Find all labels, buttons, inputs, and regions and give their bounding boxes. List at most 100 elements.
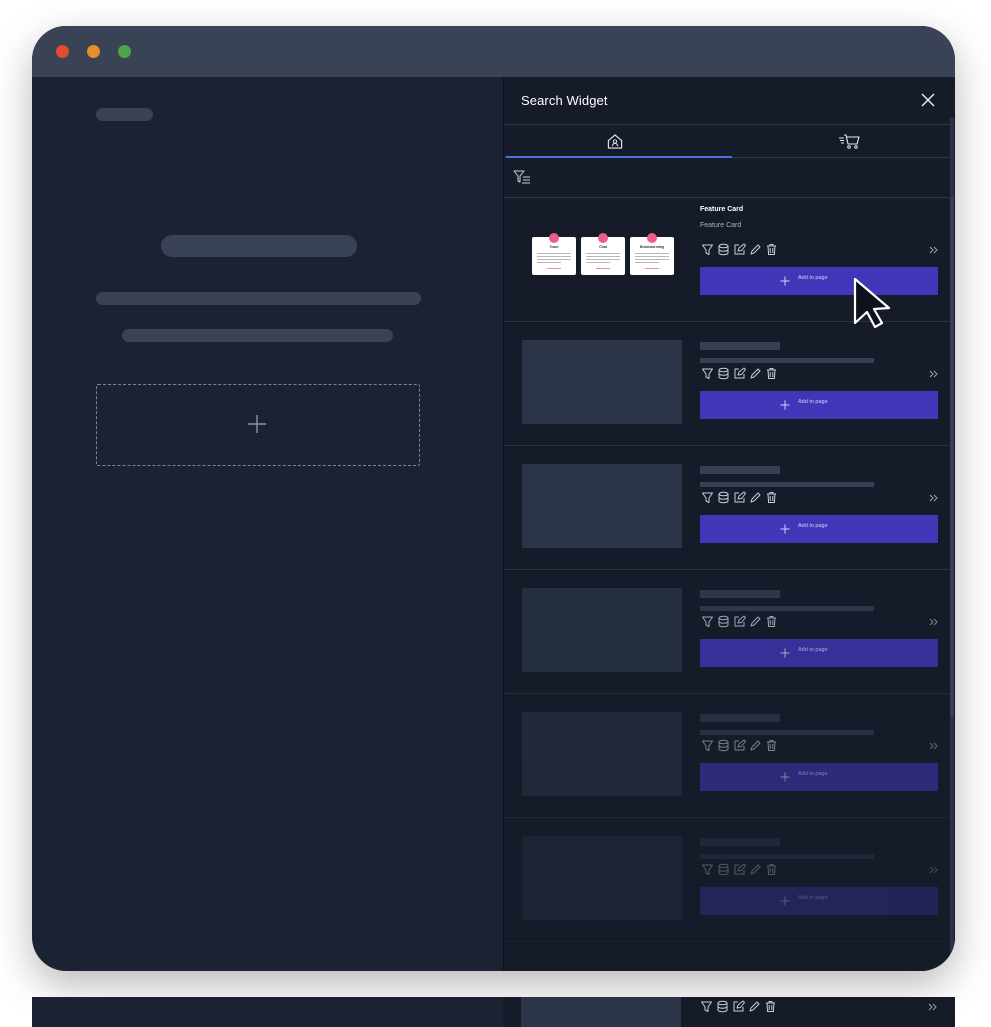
add-to-page-button[interactable]: Add to page [700,267,938,295]
panel-title: Search Widget [521,93,608,108]
more-icon[interactable] [928,492,940,504]
database-icon[interactable] [717,739,730,752]
panel-scroll-thumb[interactable] [950,197,954,717]
database-icon[interactable] [717,491,730,504]
widget-card[interactable]: Add to page [504,321,950,446]
preview-badge-icon [647,233,657,243]
minimize-window-button[interactable] [87,45,100,58]
widget-card[interactable]: Add to page [504,445,950,570]
maximize-window-button[interactable] [118,45,131,58]
preview-link [547,268,561,269]
database-icon[interactable] [717,615,730,628]
skeleton-logo [96,108,153,121]
more-icon[interactable] [928,616,940,628]
pencil-icon[interactable] [749,243,762,256]
widget-card[interactable]: Add to page [504,569,950,694]
preview-text-line [537,259,571,260]
edit-square-icon[interactable] [733,367,746,380]
close-icon[interactable] [920,92,936,108]
pencil-icon[interactable] [749,863,762,876]
panel-tabs [504,125,955,158]
preview-text-line [635,262,659,263]
add-to-page-button[interactable]: Add to page [700,887,938,915]
widget-thumbnail: Team Chat Brainstorming [522,216,682,300]
skeleton-subtitle [700,482,874,487]
edit-square-icon[interactable] [733,615,746,628]
pencil-icon[interactable] [749,615,762,628]
bottom-panel-peek [503,997,955,1027]
widget-thumbnail [522,836,682,920]
skeleton-subtitle [700,358,874,363]
trash-icon[interactable] [764,1000,777,1013]
preview-text-line [586,262,610,263]
trash-icon[interactable] [765,863,778,876]
pencil-icon[interactable] [749,739,762,752]
skeleton-subtitle [700,606,874,611]
trash-icon[interactable] [765,243,778,256]
database-icon[interactable] [717,863,730,876]
plus-icon [780,896,790,906]
pencil-icon[interactable] [748,1000,761,1013]
preview-text-line [635,259,669,260]
add-to-page-button[interactable]: Add to page [700,515,938,543]
filter-row [504,158,955,198]
filter-icon[interactable] [701,367,714,380]
filter-icon[interactable] [701,739,714,752]
preview-text-line [586,256,620,257]
preview-mini-card: Brainstorming [630,233,674,275]
trash-icon[interactable] [765,491,778,504]
filter-list-icon[interactable] [513,170,531,184]
widget-title: Feature Card [700,206,744,213]
trash-icon[interactable] [765,367,778,380]
more-icon[interactable] [928,368,940,380]
skeleton-text-line [122,329,393,342]
trash-icon[interactable] [765,739,778,752]
edit-square-icon[interactable] [733,243,746,256]
pencil-icon[interactable] [749,367,762,380]
edit-square-icon[interactable] [733,863,746,876]
browser-window: Search Widget Team Chat Brainstorming Fe… [32,26,955,971]
filter-icon[interactable] [701,863,714,876]
close-window-button[interactable] [56,45,69,58]
add-to-page-button[interactable]: Add to page [700,391,938,419]
preview-mini-card: Chat [581,233,625,275]
add-to-page-label: Add to page [798,771,828,777]
add-to-page-button[interactable]: Add to page [700,763,938,791]
skeleton-title [700,590,780,598]
add-to-page-label: Add to page [798,895,828,901]
add-widget-icon [248,415,266,433]
widget-drop-zone[interactable] [96,384,420,466]
filter-icon[interactable] [701,243,714,256]
preview-text-line [537,253,571,254]
add-to-page-button[interactable]: Add to page [700,639,938,667]
filter-icon[interactable] [701,491,714,504]
tab-store[interactable] [730,125,955,157]
cart-icon [839,134,860,149]
skeleton-subtitle [700,730,874,735]
widget-card[interactable]: Add to page [504,817,950,942]
more-icon[interactable] [928,864,940,876]
more-icon[interactable] [928,740,940,752]
more-icon[interactable] [928,244,940,256]
widget-thumbnail [522,588,682,672]
database-icon[interactable] [716,1000,729,1013]
filter-icon[interactable] [700,1000,713,1013]
plus-icon [780,772,790,782]
database-icon[interactable] [717,367,730,380]
filter-icon[interactable] [701,615,714,628]
preview-text-line [537,256,571,257]
edit-square-icon[interactable] [732,1000,745,1013]
edit-square-icon[interactable] [733,739,746,752]
more-icon[interactable] [927,1001,939,1013]
plus-icon [780,400,790,410]
widget-card[interactable]: Add to page [504,693,950,818]
preview-badge-icon [549,233,559,243]
plus-icon [780,276,790,286]
tab-home[interactable] [504,125,732,158]
trash-icon[interactable] [765,615,778,628]
pencil-icon[interactable] [749,491,762,504]
plus-icon [780,524,790,534]
add-to-page-label: Add to page [798,523,828,529]
edit-square-icon[interactable] [733,491,746,504]
database-icon[interactable] [717,243,730,256]
